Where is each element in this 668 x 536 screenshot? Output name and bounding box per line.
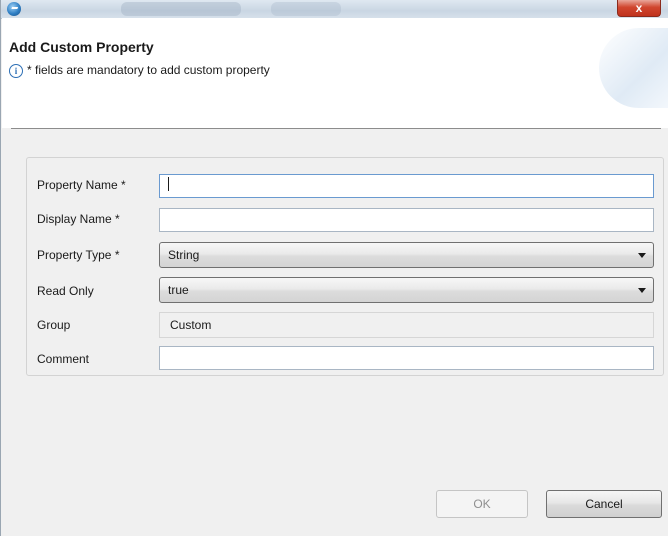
title-bar-background-blur [271,2,341,16]
display-name-label: Display Name * [37,212,120,226]
property-name-input[interactable] [159,174,654,198]
header-decoration [599,28,668,108]
info-icon: i [9,64,23,78]
header-separator [11,128,661,129]
property-type-select[interactable]: String [159,242,654,268]
group-value: Custom [170,318,212,332]
cancel-button[interactable]: Cancel [546,490,662,518]
dialog-window: x Add Custom Property i * fields are man… [0,0,668,536]
comment-input[interactable] [159,346,654,370]
info-message: * fields are mandatory to add custom pro… [27,63,270,77]
group-field: Custom [159,312,654,338]
display-name-input[interactable] [159,208,654,232]
comment-label: Comment [37,352,90,366]
text-caret [168,177,169,191]
ok-button[interactable]: OK [436,490,528,518]
close-button[interactable]: x [617,0,661,17]
close-icon: x [635,1,643,15]
read-only-value: true [168,283,189,297]
app-logo-icon [7,2,21,16]
property-name-label: Property Name * [37,178,126,192]
read-only-label: Read Only [37,284,94,298]
chevron-down-icon [638,288,646,293]
read-only-select[interactable]: true [159,277,654,303]
property-type-value: String [168,248,200,262]
title-bar[interactable]: x [1,0,668,19]
title-bar-background-blur [121,2,241,16]
property-type-label: Property Type * [37,248,120,262]
dialog-title: Add Custom Property [9,39,154,55]
group-label: Group [37,318,71,332]
chevron-down-icon [638,253,646,258]
